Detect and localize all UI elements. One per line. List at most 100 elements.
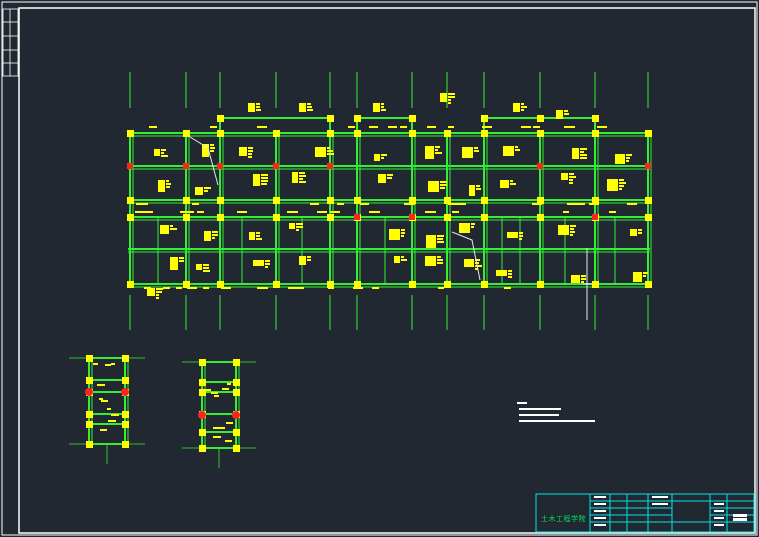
rebar-annotation bbox=[204, 231, 218, 241]
beam-label bbox=[369, 126, 378, 128]
beam-label bbox=[404, 203, 415, 205]
beam-label bbox=[181, 211, 189, 213]
rebar-annotation bbox=[289, 223, 303, 231]
section-mark bbox=[85, 388, 93, 396]
beam-label bbox=[317, 211, 327, 213]
section-mark bbox=[198, 411, 206, 419]
rebar-annotation bbox=[496, 270, 512, 278]
column bbox=[537, 281, 544, 288]
structural-plan-drawing bbox=[1, 1, 758, 536]
beam-label bbox=[609, 211, 616, 213]
rebar-annotation bbox=[394, 256, 407, 263]
rebar-annotation bbox=[425, 256, 443, 266]
column bbox=[327, 130, 334, 137]
rebar-annotation bbox=[154, 149, 168, 157]
beam-label bbox=[388, 126, 397, 128]
section-mark bbox=[183, 163, 189, 169]
detail-plans bbox=[69, 355, 256, 468]
rebar-annotation bbox=[425, 146, 442, 159]
column bbox=[444, 214, 451, 221]
column bbox=[183, 197, 190, 204]
beam-label bbox=[448, 126, 454, 128]
column bbox=[592, 281, 599, 288]
rebar-annotation bbox=[378, 174, 393, 183]
beam-label bbox=[567, 203, 577, 205]
section-mark bbox=[327, 163, 333, 169]
top-annotation bbox=[299, 103, 313, 112]
section-mark bbox=[232, 411, 240, 419]
section-mark bbox=[537, 163, 543, 169]
beam-label bbox=[525, 126, 531, 128]
beam-label bbox=[149, 126, 157, 128]
column bbox=[481, 197, 488, 204]
rebar-annotation bbox=[507, 232, 523, 240]
section-mark bbox=[217, 163, 223, 169]
rebar-annotation bbox=[615, 154, 632, 164]
beam-label bbox=[448, 203, 456, 205]
outer-frame bbox=[1, 1, 758, 536]
rebar-annotation bbox=[253, 174, 268, 186]
beam-label bbox=[353, 287, 363, 289]
column bbox=[327, 115, 334, 122]
beam-label bbox=[438, 287, 444, 289]
rebar-annotation bbox=[299, 256, 311, 265]
section-mark bbox=[121, 388, 129, 396]
column bbox=[645, 214, 652, 221]
rebar-annotation bbox=[503, 146, 520, 156]
rebar-annotation bbox=[426, 235, 444, 248]
column bbox=[127, 130, 134, 137]
beam-label bbox=[257, 287, 268, 289]
beam-label bbox=[136, 203, 147, 205]
rebar-annotation bbox=[572, 148, 587, 159]
beam-label bbox=[458, 203, 466, 205]
stair-lines bbox=[189, 136, 592, 320]
column bbox=[409, 281, 416, 288]
column bbox=[592, 197, 599, 204]
beam-label bbox=[564, 126, 575, 128]
beam-label bbox=[427, 126, 436, 128]
title-block-school-label: 土木工程学院 bbox=[541, 515, 586, 523]
rebar-annotation bbox=[389, 229, 405, 240]
column bbox=[409, 130, 416, 137]
beam-label bbox=[563, 211, 569, 213]
column bbox=[273, 130, 280, 137]
top-annotation bbox=[248, 103, 261, 112]
binding-strip bbox=[2, 8, 19, 77]
column bbox=[537, 115, 544, 122]
beam-label bbox=[372, 287, 379, 289]
section-mark bbox=[127, 163, 133, 169]
rebar-annotation bbox=[558, 225, 576, 236]
column bbox=[481, 214, 488, 221]
column bbox=[409, 197, 416, 204]
rebar-annotation bbox=[607, 179, 626, 191]
column bbox=[409, 115, 416, 122]
rebar-annotation bbox=[239, 147, 253, 158]
rebar-annotation bbox=[469, 185, 481, 196]
beam-label bbox=[197, 211, 204, 213]
section-mark bbox=[409, 214, 415, 220]
column bbox=[327, 214, 334, 221]
column bbox=[183, 130, 190, 137]
column bbox=[645, 281, 652, 288]
column bbox=[127, 214, 134, 221]
beam-label bbox=[532, 203, 542, 205]
column bbox=[327, 197, 334, 204]
beam-label bbox=[337, 203, 344, 205]
beam-label bbox=[237, 211, 247, 213]
section-mark bbox=[645, 163, 651, 169]
beam-label bbox=[287, 211, 298, 213]
beam-label bbox=[203, 287, 209, 289]
floor-plan bbox=[127, 72, 652, 330]
beam-label bbox=[143, 211, 153, 213]
rebar-annotation bbox=[500, 180, 516, 188]
rebar-annotation bbox=[292, 172, 306, 183]
column bbox=[217, 197, 224, 204]
rebar-annotation bbox=[633, 272, 648, 282]
rebar-annotation bbox=[160, 225, 177, 234]
beam-label bbox=[135, 211, 143, 213]
rebar-annotation bbox=[428, 181, 447, 192]
column bbox=[273, 214, 280, 221]
beam-label bbox=[589, 203, 599, 205]
beam-label bbox=[288, 287, 296, 289]
rebar-annotation bbox=[249, 232, 262, 240]
